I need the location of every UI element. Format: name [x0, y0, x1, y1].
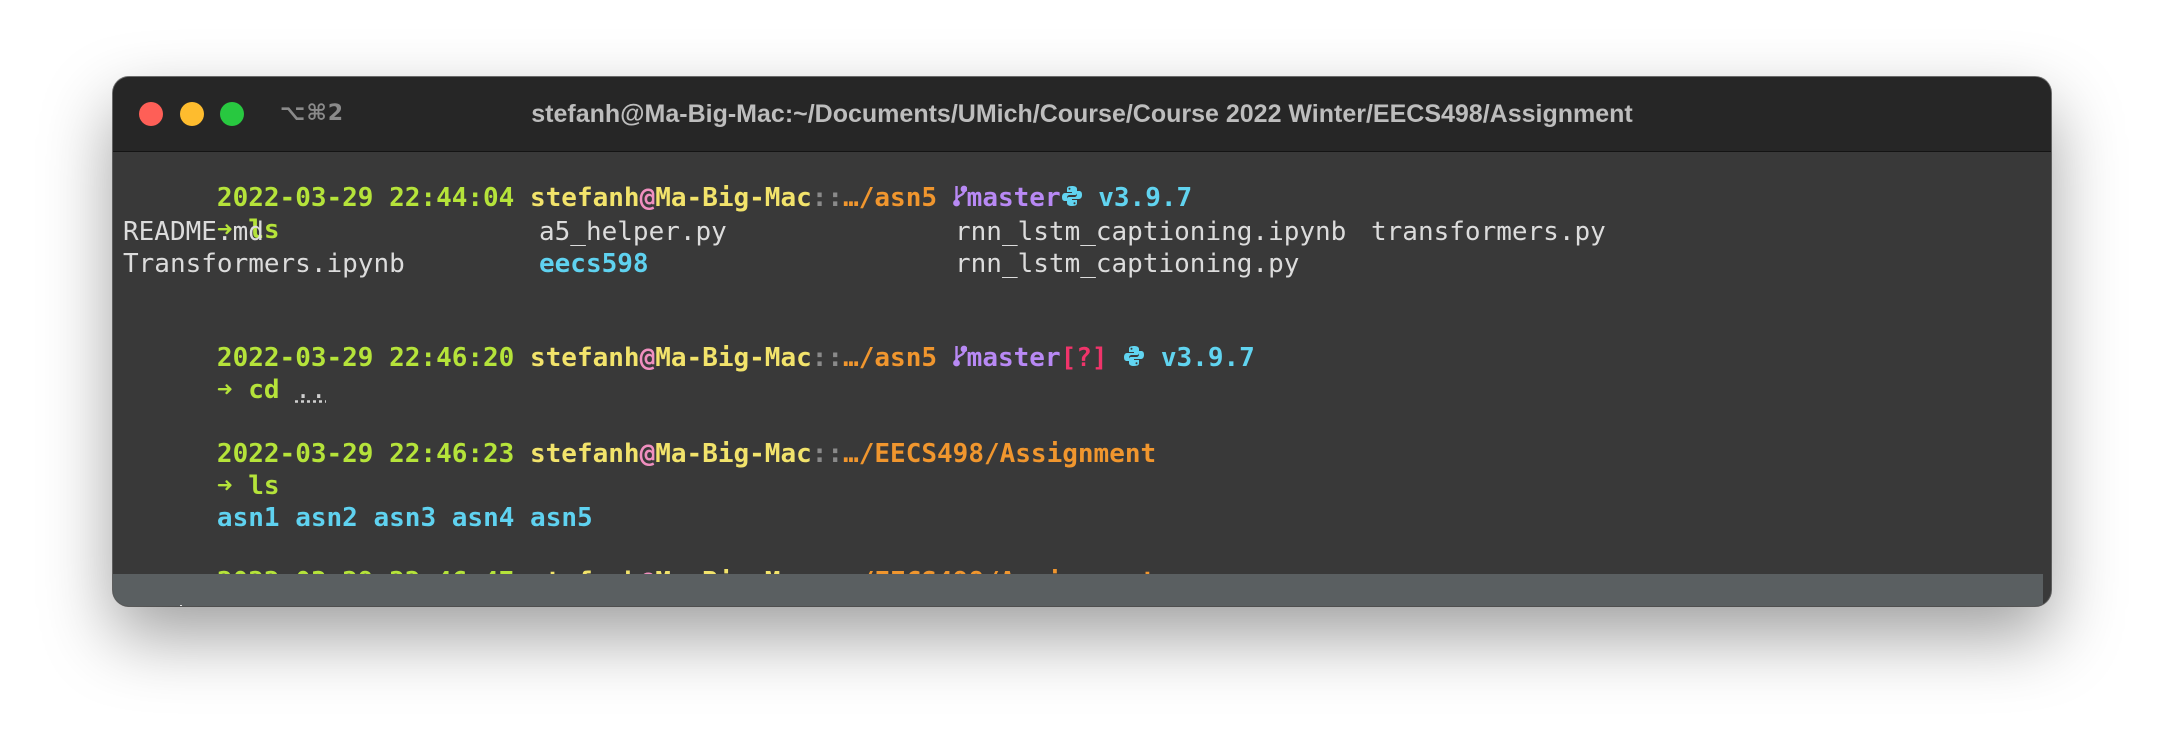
- prompt-user: stefanh: [530, 183, 640, 213]
- directory-entry[interactable]: asn3: [373, 503, 436, 533]
- git-branch-icon: [952, 183, 968, 214]
- directory-entry[interactable]: asn4: [452, 503, 515, 533]
- prompt-host: Ma-Big-Mac: [655, 343, 812, 373]
- directory-entry[interactable]: eecs598: [539, 249, 649, 279]
- python-version: v3.9.7: [1160, 343, 1255, 373]
- prompt-line: 2022-03-29 22:46:20 stefanh@Ma-Big-Mac::…: [123, 313, 1255, 373]
- python-version: v3.9.7: [1098, 183, 1193, 213]
- zoom-button[interactable]: [220, 102, 244, 126]
- prompt-separator: ::: [811, 343, 844, 373]
- command: cd: [248, 375, 280, 405]
- prompt-host: Ma-Big-Mac: [655, 439, 812, 469]
- ls-output-row: asn1 asn2 asn3 asn4 asn5: [123, 473, 593, 533]
- prompt-user: stefanh: [530, 439, 640, 469]
- command-line: ➜ ls: [123, 185, 280, 245]
- git-branch-icon: [952, 343, 968, 374]
- prompt-user: stefanh: [530, 343, 640, 373]
- prompt-arrow-icon: ➜: [216, 375, 233, 405]
- prompt-at: @: [639, 343, 656, 373]
- directory-entry[interactable]: asn1: [217, 503, 280, 533]
- directory-entry[interactable]: asn5: [530, 503, 593, 533]
- terminal-output[interactable]: 2022-03-29 22:44:04 stefanh@Ma-Big-Mac::…: [113, 152, 2051, 606]
- minimize-button[interactable]: [180, 102, 204, 126]
- terminal-window: ⌥⌘2 stefanh@Ma-Big-Mac:~/Documents/UMich…: [113, 77, 2051, 606]
- ls-output-row: Transformers.ipynb eecs598 rnn_lstm_capt…: [123, 249, 1923, 279]
- prompt-separator: ::: [811, 439, 844, 469]
- file-entry[interactable]: rnn_lstm_captioning.ipynb: [955, 217, 1346, 247]
- prompt-path: …/EECS498/Assignment: [843, 439, 1157, 469]
- prompt-at: @: [639, 439, 656, 469]
- prompt-host: Ma-Big-Mac: [655, 183, 812, 213]
- python-icon: [1061, 184, 1083, 214]
- title-bar: ⌥⌘2 stefanh@Ma-Big-Mac:~/Documents/UMich…: [113, 77, 2051, 152]
- input-prompt: ➜: [123, 575, 182, 606]
- command-argument: ..: [295, 375, 327, 405]
- text-cursor: [179, 605, 182, 606]
- directory-entry[interactable]: asn2: [295, 503, 358, 533]
- window-title: stefanh@Ma-Big-Mac:~/Documents/UMich/Cou…: [531, 100, 1633, 128]
- command-line: ➜ cd ..: [123, 345, 327, 405]
- active-input-line[interactable]: ➜: [113, 574, 2043, 606]
- close-button[interactable]: [139, 102, 163, 126]
- file-entry[interactable]: rnn_lstm_captioning.py: [955, 249, 1299, 279]
- prompt-at: @: [639, 183, 656, 213]
- prompt-path: …/asn5: [843, 183, 938, 213]
- prompt-separator: ::: [811, 183, 844, 213]
- git-branch: master: [966, 343, 1061, 373]
- prompt-line: 2022-03-29 22:44:04 stefanh@Ma-Big-Mac::…: [123, 153, 1192, 213]
- file-entry[interactable]: Transformers.ipynb: [123, 249, 405, 279]
- file-entry[interactable]: README.md: [123, 217, 264, 247]
- prompt-line: 2022-03-29 22:46:23 stefanh@Ma-Big-Mac::…: [123, 409, 1156, 469]
- git-status-badge: [?]: [1060, 343, 1108, 373]
- python-icon: [1123, 344, 1145, 374]
- file-entry[interactable]: a5_helper.py: [539, 217, 727, 247]
- command-line: ➜ ls: [123, 441, 280, 501]
- prompt-line: 2022-03-29 22:46:47 stefanh@Ma-Big-Mac::…: [123, 537, 1156, 597]
- file-entry[interactable]: transformers.py: [1371, 217, 1606, 247]
- ls-output-row: README.md a5_helper.py rnn_lstm_captioni…: [123, 217, 1923, 247]
- git-branch: master: [966, 183, 1061, 213]
- prompt-path: …/asn5: [843, 343, 938, 373]
